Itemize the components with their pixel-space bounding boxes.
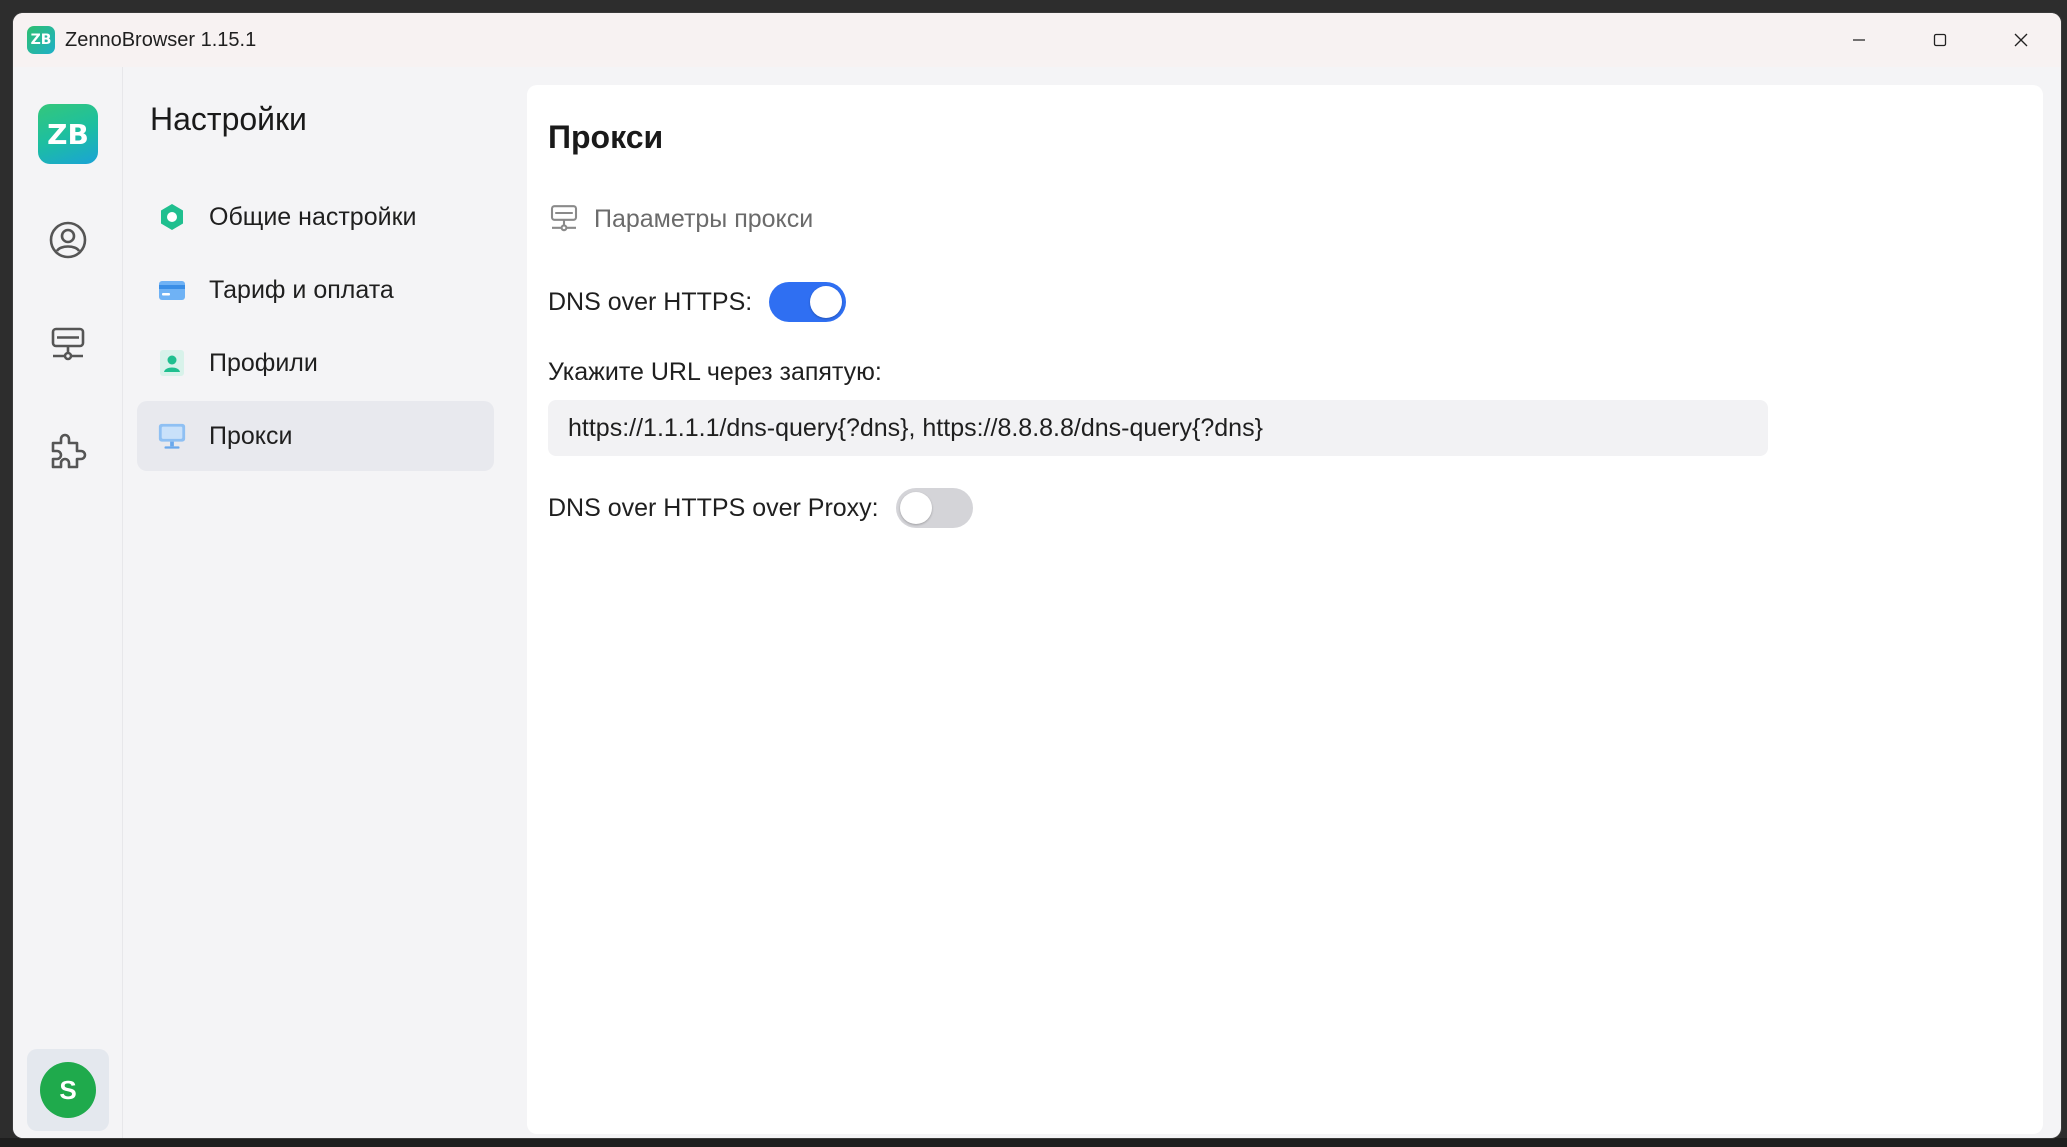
title-bar[interactable]: ZB ZennoBrowser 1.15.1 <box>13 13 2061 67</box>
window-title: ZennoBrowser 1.15.1 <box>65 28 257 51</box>
credit-card-icon <box>157 275 187 305</box>
doh-toggle[interactable] <box>769 282 847 322</box>
section-header: Параметры прокси <box>548 203 813 235</box>
doh-proxy-row: DNS over HTTPS over Proxy: <box>548 488 973 528</box>
proxy-settings-panel: Прокси Параметры прокси DNS over HTTPS: … <box>527 85 2043 1134</box>
app-icon: ZB <box>27 26 55 54</box>
doh-url-input[interactable]: https://1.1.1.1/dns-query{?dns}, https:/… <box>548 400 1768 456</box>
doh-proxy-label: DNS over HTTPS over Proxy: <box>548 493 879 522</box>
nav-label-billing: Тариф и оплата <box>209 275 394 304</box>
doh-row: DNS over HTTPS: <box>548 282 847 322</box>
nav-label-proxy: Прокси <box>209 421 293 450</box>
toggle-knob <box>899 492 932 524</box>
puzzle-extension-icon <box>51 433 87 469</box>
toggle-knob <box>810 286 843 318</box>
monitor-icon <box>157 421 187 451</box>
page-title: Прокси <box>548 119 664 155</box>
account-button[interactable]: S <box>27 1049 109 1131</box>
rail-proxy-button[interactable] <box>38 315 98 375</box>
nav-item-billing[interactable]: Тариф и оплата <box>137 255 494 325</box>
maximize-icon <box>1933 33 1946 47</box>
icon-rail: ZB S <box>13 67 123 1138</box>
app-window: ZB ZennoBrowser 1.15.1 ZB S Настройки Об… <box>13 13 2061 1138</box>
nav-item-profiles[interactable]: Профили <box>137 328 494 398</box>
nav-label-general: Общие настройки <box>209 202 417 231</box>
minimize-icon <box>1852 39 1865 41</box>
url-field-label: Укажите URL через запятую: <box>548 358 882 386</box>
user-circle-icon <box>49 221 87 259</box>
brand-logo: ZB <box>38 104 98 164</box>
settings-sidebar: Настройки Общие настройки Тариф и оплата <box>123 67 509 1138</box>
window-controls <box>1818 13 2061 67</box>
nav-item-proxy[interactable]: Прокси <box>137 401 494 471</box>
minimize-button[interactable] <box>1818 13 1899 67</box>
settings-title: Настройки <box>150 101 307 137</box>
doh-label: DNS over HTTPS: <box>548 287 753 316</box>
rail-extensions-button[interactable] <box>38 420 98 480</box>
nav-label-profiles: Профили <box>209 348 318 377</box>
avatar: S <box>40 1062 96 1118</box>
nav-item-general[interactable]: Общие настройки <box>137 182 494 252</box>
proxy-server-icon <box>51 327 85 361</box>
maximize-button[interactable] <box>1899 13 1980 67</box>
section-label: Параметры прокси <box>594 204 814 233</box>
rail-profiles-button[interactable] <box>38 210 98 270</box>
proxy-server-icon <box>550 205 578 232</box>
close-button[interactable] <box>1980 13 2061 67</box>
close-icon <box>2014 33 2027 47</box>
doh-proxy-toggle[interactable] <box>895 488 973 528</box>
desktop-backdrop-bottom <box>0 1138 2067 1147</box>
profile-card-icon <box>157 348 187 378</box>
general-settings-icon <box>157 202 187 232</box>
